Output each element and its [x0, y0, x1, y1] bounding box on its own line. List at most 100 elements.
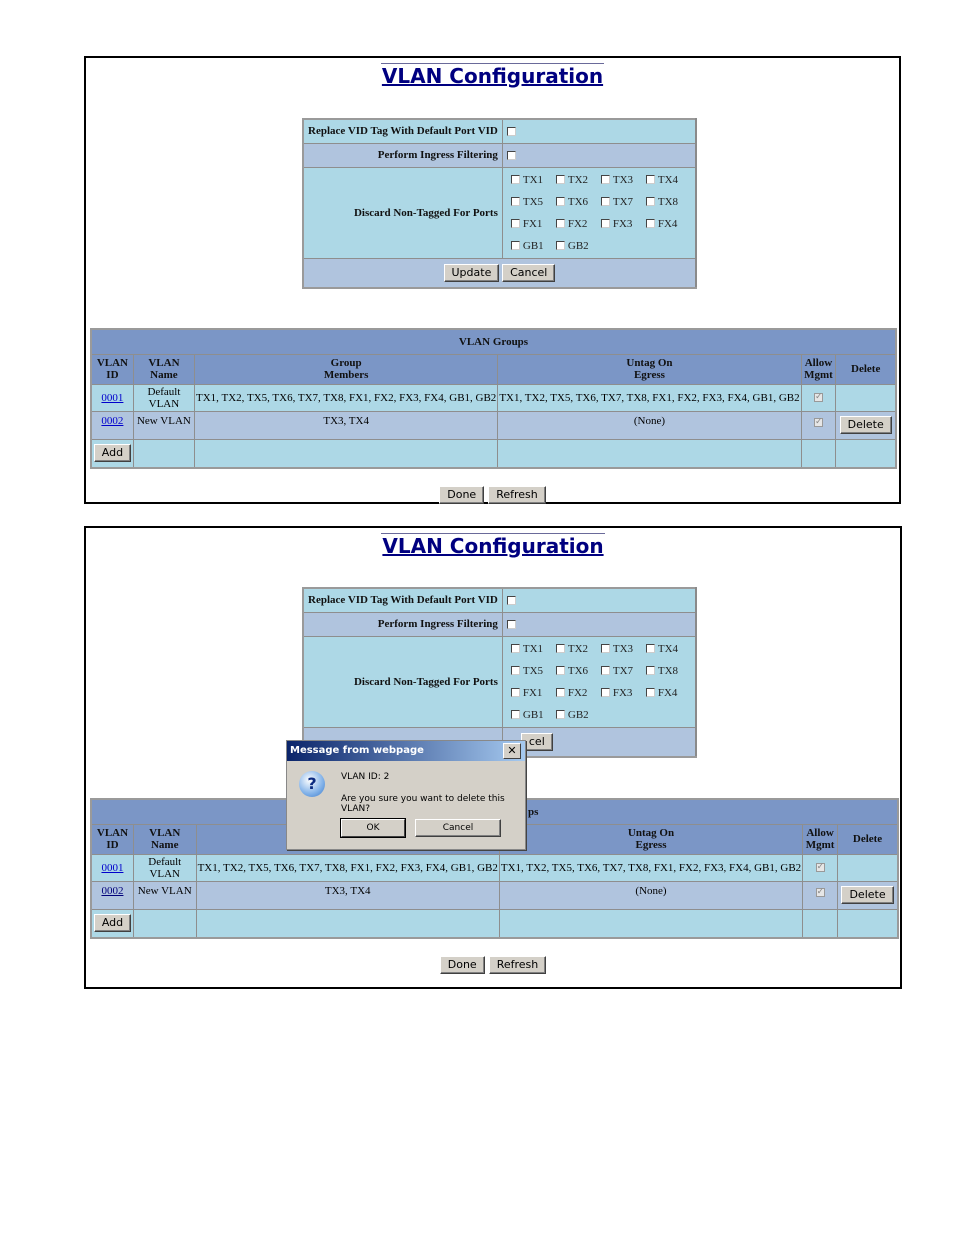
- port-label: TX7: [612, 664, 634, 677]
- vlan-id-link[interactable]: 0002: [101, 415, 123, 427]
- port-checkbox[interactable]: [510, 644, 520, 654]
- port-checkbox[interactable]: [510, 241, 520, 251]
- port-checkbox[interactable]: [600, 219, 610, 229]
- port-option-tx5[interactable]: TX5: [510, 195, 556, 208]
- port-checkbox[interactable]: [645, 644, 655, 654]
- port-option-tx3[interactable]: TX3: [600, 173, 646, 186]
- refresh-button[interactable]: Refresh: [488, 486, 546, 504]
- port-option-fx4[interactable]: FX4: [645, 218, 691, 230]
- port-option-tx4[interactable]: TX4: [645, 642, 691, 655]
- ok-button[interactable]: OK: [341, 819, 405, 837]
- ingress-filtering-label: Perform Ingress Filtering: [302, 611, 503, 637]
- port-label: TX5: [522, 195, 544, 208]
- page-title: VLAN Configuration: [380, 63, 605, 88]
- port-checkbox[interactable]: [510, 175, 520, 185]
- port-option-fx4[interactable]: FX4: [645, 687, 691, 699]
- done-button[interactable]: Done: [439, 956, 485, 974]
- close-icon[interactable]: ✕: [503, 743, 521, 759]
- port-option-fx2[interactable]: FX2: [555, 687, 601, 699]
- port-label: TX6: [567, 664, 589, 677]
- port-option-tx4[interactable]: TX4: [645, 173, 691, 186]
- port-checkbox[interactable]: [555, 219, 565, 229]
- port-checkbox[interactable]: [600, 175, 610, 185]
- replace-vid-checkbox[interactable]: [506, 596, 516, 606]
- dialog-cancel-button[interactable]: Cancel: [415, 819, 501, 837]
- vlan-id-link[interactable]: 0001: [101, 862, 123, 874]
- port-label: TX8: [657, 664, 679, 677]
- port-checkbox[interactable]: [555, 175, 565, 185]
- port-checkbox[interactable]: [600, 666, 610, 676]
- update-button[interactable]: Update: [443, 263, 500, 282]
- ingress-filtering-checkbox[interactable]: [506, 150, 516, 160]
- port-label: TX4: [657, 642, 679, 655]
- port-option-tx3[interactable]: TX3: [600, 643, 646, 655]
- port-checkbox[interactable]: [645, 688, 655, 698]
- port-checkbox[interactable]: [555, 644, 565, 654]
- port-checkbox[interactable]: [645, 197, 655, 207]
- port-option-fx3[interactable]: FX3: [600, 218, 646, 230]
- port-option-tx8[interactable]: TX8: [645, 664, 691, 677]
- port-option-gb1[interactable]: GB1: [510, 709, 556, 721]
- delete-button[interactable]: Delete: [841, 886, 894, 904]
- port-option-gb1[interactable]: GB1: [510, 239, 556, 252]
- allow-mgmt-checkbox: [815, 886, 825, 898]
- add-button[interactable]: Add: [93, 444, 132, 463]
- port-checkbox[interactable]: [510, 219, 520, 229]
- done-button[interactable]: Done: [439, 486, 485, 504]
- replace-vid-checkbox[interactable]: [506, 127, 516, 137]
- port-checkbox[interactable]: [555, 197, 565, 207]
- port-label: TX3: [612, 173, 634, 186]
- column-header: Allow Mgmt: [802, 823, 839, 855]
- port-option-fx2[interactable]: FX2: [555, 217, 601, 230]
- port-checkbox[interactable]: [555, 666, 565, 676]
- column-header: Untag On Egress: [497, 353, 802, 385]
- add-button[interactable]: Add: [93, 914, 132, 933]
- port-label: TX6: [567, 195, 589, 208]
- port-checkbox[interactable]: [555, 688, 565, 698]
- table-row: 0002 New VLANTX3, TX4(None) Delete: [90, 410, 897, 440]
- refresh-button[interactable]: Refresh: [488, 956, 547, 974]
- port-option-tx2[interactable]: TX2: [555, 642, 601, 655]
- port-label: GB2: [567, 239, 589, 252]
- port-option-fx1[interactable]: FX1: [510, 687, 556, 699]
- port-option-tx5[interactable]: TX5: [510, 665, 556, 677]
- port-checkbox[interactable]: [645, 175, 655, 185]
- port-checkbox[interactable]: [645, 219, 655, 229]
- port-label: GB1: [522, 239, 544, 252]
- cancel-button[interactable]: Cancel: [502, 263, 556, 282]
- port-label: TX4: [657, 173, 679, 186]
- port-checkbox[interactable]: [510, 197, 520, 207]
- port-checkbox[interactable]: [510, 688, 520, 698]
- port-checkbox[interactable]: [555, 710, 565, 720]
- column-header: Delete: [835, 353, 897, 385]
- vlan-id-link[interactable]: 0002: [101, 885, 123, 897]
- port-option-gb2[interactable]: GB2: [555, 239, 601, 252]
- port-label: FX2: [567, 217, 588, 230]
- port-option-tx1[interactable]: TX1: [510, 643, 556, 655]
- port-option-fx3[interactable]: FX3: [600, 687, 646, 699]
- port-checkbox[interactable]: [600, 197, 610, 207]
- port-option-tx6[interactable]: TX6: [555, 664, 601, 677]
- port-checkbox[interactable]: [510, 710, 520, 720]
- port-option-tx7[interactable]: TX7: [600, 664, 646, 677]
- port-option-tx7[interactable]: TX7: [600, 196, 646, 208]
- port-option-tx2[interactable]: TX2: [555, 174, 601, 186]
- port-checkbox[interactable]: [510, 666, 520, 676]
- delete-button[interactable]: Delete: [839, 416, 892, 434]
- port-checkbox[interactable]: [600, 644, 610, 654]
- port-label: TX2: [567, 642, 589, 655]
- vlan-id-link[interactable]: 0001: [101, 392, 123, 404]
- dialog-titlebar[interactable]: Message from webpage ✕: [287, 741, 525, 761]
- port-option-gb2[interactable]: GB2: [555, 709, 601, 721]
- port-option-tx8[interactable]: TX8: [645, 196, 691, 208]
- port-option-fx1[interactable]: FX1: [510, 218, 556, 230]
- ingress-filtering-checkbox[interactable]: [506, 619, 516, 629]
- port-checkbox[interactable]: [645, 666, 655, 676]
- port-option-tx6[interactable]: TX6: [555, 195, 601, 208]
- group-members-cell: TX3, TX4: [195, 880, 500, 910]
- port-checkbox[interactable]: [555, 241, 565, 251]
- vlan-config-panel-1: VLAN Configuration Replace VID Tag With …: [84, 56, 901, 504]
- port-option-tx1[interactable]: TX1: [510, 174, 556, 186]
- column-header: Untag On Egress: [498, 823, 804, 855]
- port-checkbox[interactable]: [600, 688, 610, 698]
